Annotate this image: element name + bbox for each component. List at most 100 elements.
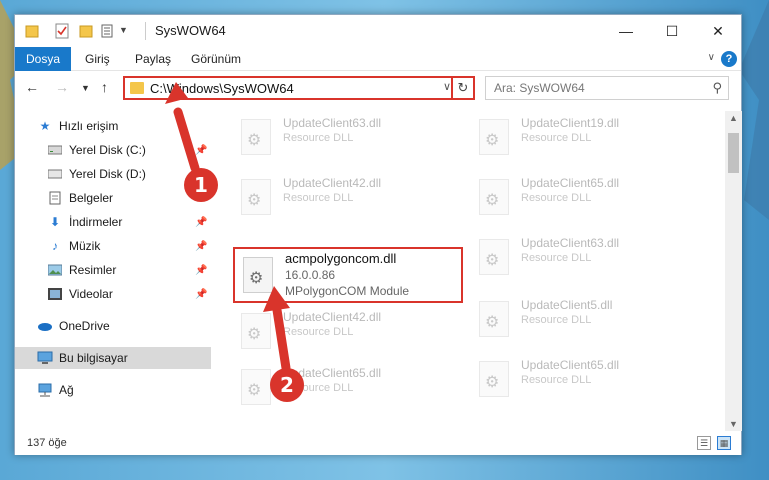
search-placeholder[interactable]: Ara: SysWOW64 bbox=[494, 81, 585, 95]
status-bar: 137 öğe ☰ ▦ bbox=[15, 433, 741, 455]
file-description: Resource DLL bbox=[283, 192, 354, 204]
vertical-scrollbar[interactable]: ▲ ▼ bbox=[725, 111, 742, 431]
quick-access-dropdown[interactable]: ▼ bbox=[119, 25, 128, 41]
recent-locations-chevron-icon[interactable]: ▼ bbox=[81, 83, 90, 93]
file-description: Resource DLL bbox=[521, 192, 592, 204]
forward-arrow-icon[interactable]: → bbox=[55, 79, 69, 95]
up-arrow-icon[interactable]: ↑ bbox=[101, 79, 108, 95]
customize-toolbar-icon[interactable] bbox=[101, 23, 117, 39]
details-view-icon[interactable]: ☰ bbox=[697, 436, 711, 450]
file-tile[interactable]: ⚙ UpdateClient5.dll Resource DLL bbox=[471, 295, 701, 351]
file-tile[interactable]: ⚙ UpdateClient42.dll Resource DLL bbox=[233, 173, 463, 229]
sidebar-item-quick-access[interactable]: ★ Hızlı erişim bbox=[15, 115, 211, 137]
sidebar-item-downloads[interactable]: ⬇ İndirmeler 📌 bbox=[15, 211, 211, 233]
sidebar-item-onedrive[interactable]: OneDrive bbox=[15, 315, 211, 337]
file-description: Resource DLL bbox=[283, 132, 354, 144]
gear-icon: ⚙ bbox=[247, 132, 262, 149]
file-version: 16.0.0.86 bbox=[285, 268, 336, 282]
properties-icon[interactable] bbox=[55, 23, 69, 39]
file-name: acmpolygoncom.dll bbox=[285, 251, 397, 266]
scrollbar-thumb[interactable] bbox=[728, 133, 739, 173]
item-count: 137 öğe bbox=[27, 437, 67, 449]
network-icon bbox=[37, 383, 53, 397]
sidebar-item-label: Yerel Disk (C:) bbox=[69, 143, 146, 157]
dll-file-icon: ⚙ bbox=[479, 239, 509, 275]
tab-file[interactable]: Dosya bbox=[15, 47, 71, 71]
documents-icon bbox=[47, 191, 63, 205]
pin-icon: 📌 bbox=[195, 240, 208, 252]
file-description: MPolygonCOM Module bbox=[285, 284, 410, 298]
sidebar-item-drive-c[interactable]: Yerel Disk (C:) 📌 bbox=[15, 139, 211, 161]
dll-file-icon: ⚙ bbox=[243, 257, 273, 293]
dll-file-icon: ⚙ bbox=[241, 119, 271, 155]
sidebar-item-label: OneDrive bbox=[59, 319, 110, 333]
tab-share[interactable]: Paylaş bbox=[135, 52, 171, 66]
pin-icon: 📌 bbox=[195, 288, 208, 300]
tab-home[interactable]: Giriş bbox=[85, 52, 110, 66]
dll-file-icon: ⚙ bbox=[479, 361, 509, 397]
tiles-view-icon[interactable]: ▦ bbox=[717, 436, 731, 450]
explorer-window: ▼ SysWOW64 — ☐ ✕ Dosya Giriş Paylaş Görü… bbox=[14, 14, 742, 455]
gear-icon: ⚙ bbox=[485, 132, 500, 149]
ribbon-tabs: Dosya Giriş Paylaş Görünüm ∨ ? bbox=[15, 47, 741, 71]
pictures-icon bbox=[47, 263, 63, 277]
dll-file-icon: ⚙ bbox=[479, 179, 509, 215]
file-description: Resource DLL bbox=[521, 314, 592, 326]
help-icon[interactable]: ? bbox=[721, 51, 737, 67]
sidebar-item-this-pc[interactable]: Bu bilgisayar bbox=[15, 347, 211, 369]
sidebar-item-music[interactable]: ♪ Müzik 📌 bbox=[15, 235, 211, 257]
gear-icon: ⚙ bbox=[485, 374, 500, 391]
file-name: UpdateClient42.dll bbox=[283, 176, 382, 190]
scroll-up-icon[interactable]: ▲ bbox=[729, 113, 738, 123]
gear-icon: ⚙ bbox=[249, 270, 264, 287]
sidebar-item-network[interactable]: Ağ bbox=[15, 379, 211, 401]
file-name: UpdateClient63.dll bbox=[283, 116, 382, 130]
download-icon: ⬇ bbox=[49, 215, 61, 229]
pin-icon: 📌 bbox=[195, 216, 208, 228]
file-tile[interactable]: ⚙ UpdateClient63.dll Resource DLL bbox=[233, 113, 463, 169]
sidebar-item-label: Bu bilgisayar bbox=[59, 351, 128, 365]
search-box[interactable]: Ara: SysWOW64 ⚲ bbox=[485, 76, 729, 100]
sidebar-item-documents[interactable]: Belgeler bbox=[15, 187, 211, 209]
navigation-pane: ★ Hızlı erişim Yerel Disk (C:) 📌 Yerel D… bbox=[15, 111, 211, 431]
refresh-icon[interactable]: ↻ bbox=[451, 76, 473, 100]
file-name: UpdateClient19.dll bbox=[521, 116, 620, 130]
file-tile[interactable]: ⚙ UpdateClient19.dll Resource DLL bbox=[471, 113, 701, 169]
drive-icon bbox=[47, 143, 63, 157]
sidebar-item-videos[interactable]: Videolar 📌 bbox=[15, 283, 211, 305]
close-button[interactable]: ✕ bbox=[695, 15, 741, 47]
new-folder-icon[interactable] bbox=[79, 23, 93, 39]
tab-view[interactable]: Görünüm bbox=[191, 52, 241, 66]
dll-file-icon: ⚙ bbox=[479, 301, 509, 337]
file-tile[interactable]: ⚙ UpdateClient63.dll Resource DLL bbox=[471, 233, 701, 289]
navigation-bar: ← → ▼ ↑ C:\Windows\SysWOW64 ∨ ↻ Ara: Sys… bbox=[15, 71, 741, 105]
palm-leaf-decoration-right bbox=[739, 0, 769, 220]
file-tile[interactable]: ⚙ UpdateClient42.dll Resource DLL bbox=[233, 307, 463, 363]
file-name: UpdateClient63.dll bbox=[521, 236, 620, 250]
sidebar-item-label: Resimler bbox=[69, 263, 117, 277]
gear-icon: ⚙ bbox=[485, 314, 500, 331]
file-tile[interactable]: ⚙ UpdateClient65.dll Resource DLL bbox=[471, 173, 701, 229]
file-description: Resource DLL bbox=[521, 374, 592, 386]
file-tile[interactable]: ⚙ UpdateClient65.dll Resource DLL bbox=[471, 355, 701, 411]
address-bar[interactable]: C:\Windows\SysWOW64 ∨ ↻ bbox=[123, 76, 475, 100]
dll-file-icon: ⚙ bbox=[241, 369, 271, 405]
drive-icon bbox=[47, 167, 63, 181]
address-path[interactable]: C:\Windows\SysWOW64 bbox=[150, 81, 294, 96]
scroll-down-icon[interactable]: ▼ bbox=[729, 419, 738, 429]
star-icon: ★ bbox=[39, 119, 51, 133]
address-dropdown-chevron-icon[interactable]: ∨ bbox=[443, 80, 451, 93]
callout-badge-1: 1 bbox=[184, 168, 218, 202]
back-arrow-icon[interactable]: ← bbox=[25, 79, 39, 95]
expand-ribbon-chevron-icon[interactable]: ∨ bbox=[708, 52, 715, 63]
sidebar-item-pictures[interactable]: Resimler 📌 bbox=[15, 259, 211, 281]
search-icon[interactable]: ⚲ bbox=[712, 80, 722, 96]
file-tile-selected[interactable]: ⚙ acmpolygoncom.dll 16.0.0.86 MPolygonCO… bbox=[233, 247, 463, 303]
file-tile[interactable]: ⚙ UpdateClient65.dll Resource DLL bbox=[233, 363, 463, 419]
dll-file-icon: ⚙ bbox=[479, 119, 509, 155]
sidebar-item-drive-d[interactable]: Yerel Disk (D:) bbox=[15, 163, 211, 185]
maximize-button[interactable]: ☐ bbox=[649, 15, 695, 47]
sidebar-item-label: İndirmeler bbox=[69, 215, 123, 229]
sidebar-item-label: Hızlı erişim bbox=[59, 119, 119, 133]
minimize-button[interactable]: — bbox=[603, 15, 649, 47]
